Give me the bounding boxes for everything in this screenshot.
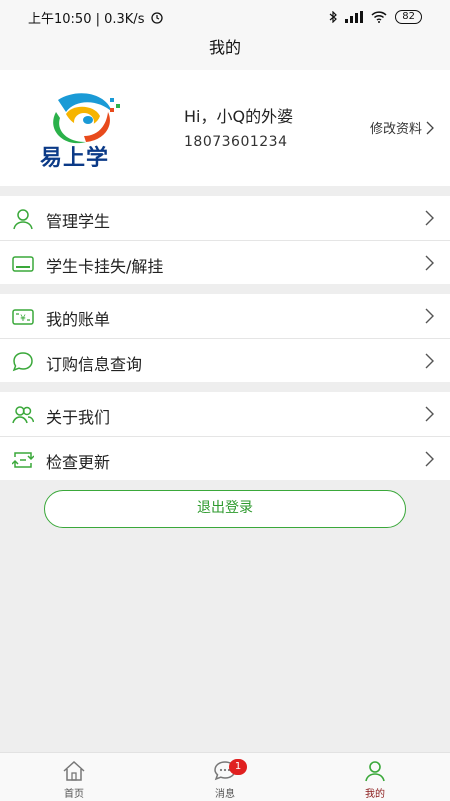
menu-item-label: 学生卡挂失/解挂	[46, 257, 164, 276]
menu-item-manage-students[interactable]: 管理学生	[0, 196, 450, 240]
status-left: 上午10:50 | 0.3K/s	[28, 8, 164, 27]
menu-group-3: 关于我们 检查更新	[0, 392, 450, 480]
chevron-right-icon	[425, 308, 434, 324]
tab-label: 我的	[365, 789, 385, 800]
menu-item-label: 检查更新	[46, 453, 111, 472]
menu-item-about-us[interactable]: 关于我们	[0, 392, 450, 436]
menu-item-order-query[interactable]: 订购信息查询	[0, 338, 450, 382]
menu-group-1: 管理学生 学生卡挂失/解挂	[0, 196, 450, 284]
person-icon	[13, 209, 33, 230]
user-greeting: Hi，小Q的外婆	[184, 107, 294, 126]
menu-item-label: 关于我们	[46, 408, 111, 427]
menu-item-my-bill[interactable]: ¥ 我的账单	[0, 294, 450, 338]
chevron-right-icon	[425, 255, 434, 271]
card-icon	[12, 256, 34, 272]
status-bar: 上午10:50 | 0.3K/s 82	[0, 0, 450, 34]
edit-profile-link[interactable]: 修改资料	[370, 118, 434, 137]
chevron-right-icon	[425, 353, 434, 369]
tab-profile[interactable]: 我的	[335, 753, 415, 801]
menu-item-label: 订购信息查询	[46, 355, 143, 374]
alarm-icon	[151, 12, 164, 24]
status-time: 上午10:50 | 0.3K/s	[28, 11, 145, 27]
user-phone: 18073601234	[184, 134, 288, 150]
chevron-right-icon	[426, 121, 434, 134]
chevron-right-icon	[425, 406, 434, 422]
wifi-icon	[371, 11, 387, 23]
app-logo-text: 易上学	[40, 146, 110, 171]
menu-group-2: ¥ 我的账单 订购信息查询	[0, 294, 450, 382]
group-icon	[12, 406, 34, 424]
home-icon	[63, 760, 85, 781]
status-right: 82	[329, 10, 422, 24]
battery-indicator: 82	[395, 10, 422, 24]
signal-icon	[345, 11, 364, 23]
profile-icon	[365, 761, 385, 782]
profile-card: 易上学 Hi，小Q的外婆 18073601234 修改资料	[0, 70, 450, 186]
bottom-tab-bar: 首页 1 消息 我的	[0, 752, 450, 801]
page-title: 我的	[0, 34, 450, 70]
menu-item-label: 管理学生	[46, 212, 111, 231]
tab-label: 消息	[215, 789, 235, 800]
tab-messages[interactable]: 1 消息	[185, 753, 265, 801]
unread-badge: 1	[229, 759, 247, 775]
tab-label: 首页	[64, 789, 84, 800]
bill-icon: ¥	[12, 309, 34, 325]
edit-profile-label: 修改资料	[369, 122, 422, 137]
tab-home[interactable]: 首页	[34, 753, 114, 801]
logout-button[interactable]: 退出登录	[44, 490, 406, 528]
menu-item-card-loss[interactable]: 学生卡挂失/解挂	[0, 240, 450, 284]
chevron-right-icon	[425, 210, 434, 226]
menu-item-check-update[interactable]: 检查更新	[0, 436, 450, 480]
chat-bubble-icon	[12, 352, 33, 372]
chevron-right-icon	[425, 451, 434, 467]
bluetooth-icon	[329, 11, 338, 23]
refresh-icon	[12, 452, 34, 468]
menu-item-label: 我的账单	[46, 310, 111, 329]
svg-text:¥: ¥	[20, 314, 26, 324]
